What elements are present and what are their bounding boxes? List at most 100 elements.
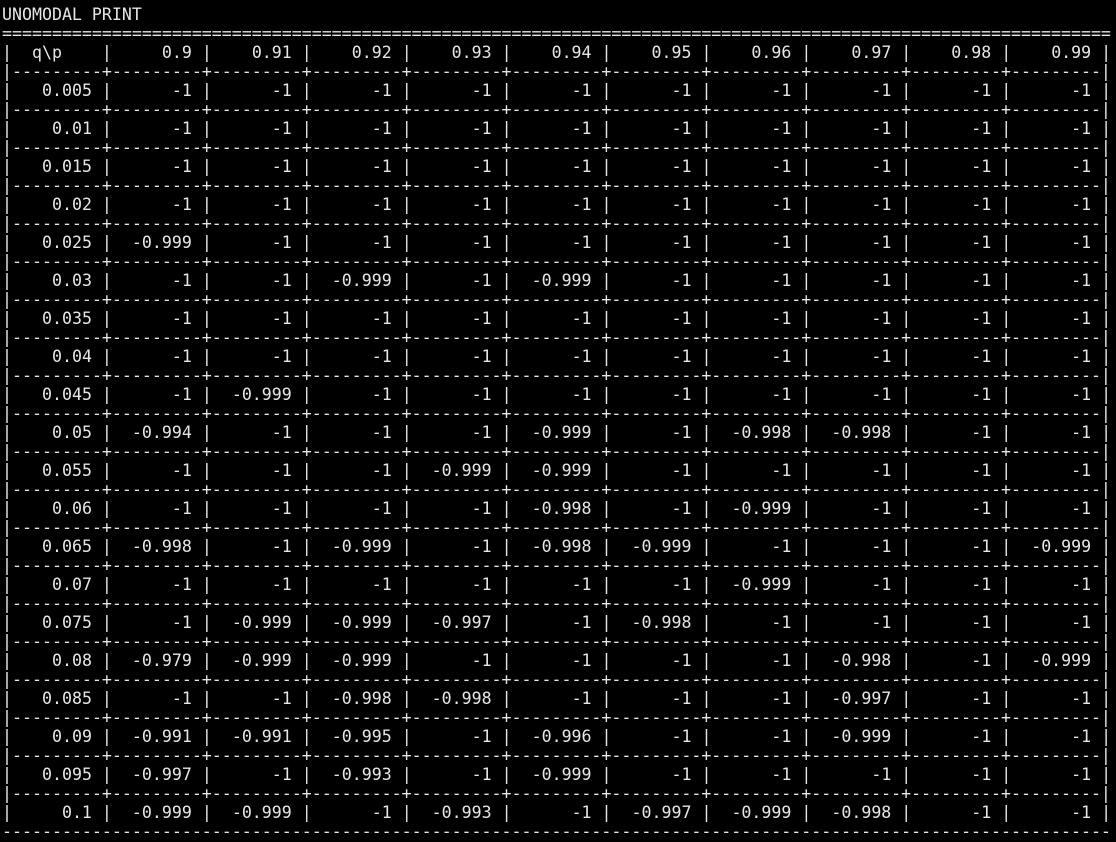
table-cell: -0.979	[131, 651, 192, 670]
table-cell: -0.999	[331, 537, 392, 556]
table-cell: -0.999	[231, 613, 292, 632]
table-cell: -1	[971, 233, 992, 252]
table-cell: -1	[171, 385, 192, 404]
table-cell: -1	[471, 651, 492, 670]
table-cell: -0.998	[131, 537, 192, 556]
row-separator: |---------+---------+---------+---------…	[2, 366, 1111, 385]
row-separator: |---------+---------+---------+---------…	[2, 480, 1111, 499]
table-row: | 0.06 | -1 | -1 | -1 | -1 | -0.998 | -1…	[2, 499, 1112, 518]
table-cell: -1	[271, 157, 292, 176]
table-cell: -1	[771, 537, 792, 556]
table-cell: -1	[1071, 347, 1092, 366]
table-cell: -1	[971, 613, 992, 632]
row-separator: |---------+---------+---------+---------…	[2, 176, 1111, 195]
table-cell: -1	[671, 423, 692, 442]
table-cell: -1	[271, 461, 292, 480]
table-row: | 0.005 | -1 | -1 | -1 | -1 | -1 | -1 | …	[2, 81, 1112, 100]
table-cell: -1	[271, 271, 292, 290]
table-cell: -1	[171, 613, 192, 632]
table-cell: -0.998	[831, 651, 892, 670]
table-cell: -0.999	[131, 803, 192, 822]
table-cell: -1	[671, 347, 692, 366]
table-cell: -1	[471, 271, 492, 290]
column-header: 0.96	[751, 43, 792, 62]
table-cell: -1	[771, 195, 792, 214]
table-cell: -1	[271, 499, 292, 518]
table-cell: -0.996	[531, 727, 592, 746]
table-cell: -1	[771, 309, 792, 328]
table-cell: -1	[871, 271, 892, 290]
table-cell: -1	[371, 81, 392, 100]
table-cell: -1	[371, 499, 392, 518]
table-cell: -1	[171, 575, 192, 594]
table-cell: -1	[171, 499, 192, 518]
table-cell: -1	[671, 461, 692, 480]
table-cell: -1	[971, 727, 992, 746]
row-separator: |---------+---------+---------+---------…	[2, 290, 1111, 309]
table-cell: -1	[571, 119, 592, 138]
row-q-value: 0.035	[41, 309, 92, 328]
table-cell: -0.997	[631, 803, 692, 822]
table-cell: -0.999	[131, 233, 192, 252]
table-cell: -1	[371, 233, 392, 252]
table-cell: -0.999	[531, 765, 592, 784]
column-header: 0.95	[651, 43, 692, 62]
table-row: | 0.085 | -1 | -1 | -0.998 | -0.998 | -1…	[2, 689, 1112, 708]
table-cell: -1	[571, 309, 592, 328]
table-row: | 0.05 | -0.994 | -1 | -1 | -1 | -0.999 …	[2, 423, 1112, 442]
row-separator: |---------+---------+---------+---------…	[2, 670, 1111, 689]
table-cell: -1	[271, 575, 292, 594]
table-cell: -1	[1071, 309, 1092, 328]
table-cell: -1	[971, 499, 992, 518]
table-row: | 0.08 | -0.979 | -0.999 | -0.999 | -1 |…	[2, 651, 1112, 670]
table-row: | 0.045 | -1 | -0.999 | -1 | -1 | -1 | -…	[2, 385, 1112, 404]
table-cell: -1	[1071, 803, 1092, 822]
table-cell: -1	[271, 537, 292, 556]
table-cell: -1	[471, 81, 492, 100]
table-cell: -1	[371, 385, 392, 404]
row-q-value: 0.015	[41, 157, 92, 176]
table-cell: -1	[671, 499, 692, 518]
table-cell: -0.999	[731, 803, 792, 822]
table-cell: -1	[171, 347, 192, 366]
row-q-value: 0.08	[51, 651, 92, 670]
table-cell: -1	[371, 347, 392, 366]
table-cell: -1	[471, 119, 492, 138]
terminal-output: UNOMODAL PRINT ==========================…	[0, 0, 1116, 842]
table-cell: -1	[571, 385, 592, 404]
table-cell: -1	[771, 689, 792, 708]
table-cell: -1	[371, 423, 392, 442]
table-row: | 0.07 | -1 | -1 | -1 | -1 | -1 | -1 | -…	[2, 575, 1112, 594]
table-cell: -1	[871, 461, 892, 480]
table-cell: -1	[1071, 157, 1092, 176]
table-cell: -0.999	[1031, 651, 1092, 670]
table-cell: -1	[771, 347, 792, 366]
table-cell: -1	[871, 157, 892, 176]
table-cell: -1	[571, 575, 592, 594]
table-cell: -1	[871, 613, 892, 632]
table-cell: -0.997	[431, 613, 492, 632]
table-cell: -0.991	[131, 727, 192, 746]
row-q-value: 0.045	[41, 385, 92, 404]
table-cell: -1	[1071, 385, 1092, 404]
table-row: | 0.03 | -1 | -1 | -0.999 | -1 | -0.999 …	[2, 271, 1112, 290]
row-q-value: 0.005	[41, 81, 92, 100]
table-cell: -0.998	[731, 423, 792, 442]
column-header: 0.97	[851, 43, 892, 62]
table-cell: -0.999	[531, 461, 592, 480]
table-cell: -1	[771, 119, 792, 138]
table-cell: -1	[971, 461, 992, 480]
table-cell: -1	[871, 385, 892, 404]
table-cell: -0.999	[431, 461, 492, 480]
table-cell: -1	[771, 765, 792, 784]
row-q-value: 0.01	[51, 119, 92, 138]
title-line: UNOMODAL PRINT	[2, 5, 1116, 24]
table-cell: -1	[571, 233, 592, 252]
table-cell: -0.998	[331, 689, 392, 708]
table-cell: -1	[971, 271, 992, 290]
table-cell: -1	[171, 81, 192, 100]
table-cell: -1	[771, 81, 792, 100]
table-cell: -1	[971, 423, 992, 442]
table-cell: -1	[271, 81, 292, 100]
table-cell: -1	[571, 803, 592, 822]
